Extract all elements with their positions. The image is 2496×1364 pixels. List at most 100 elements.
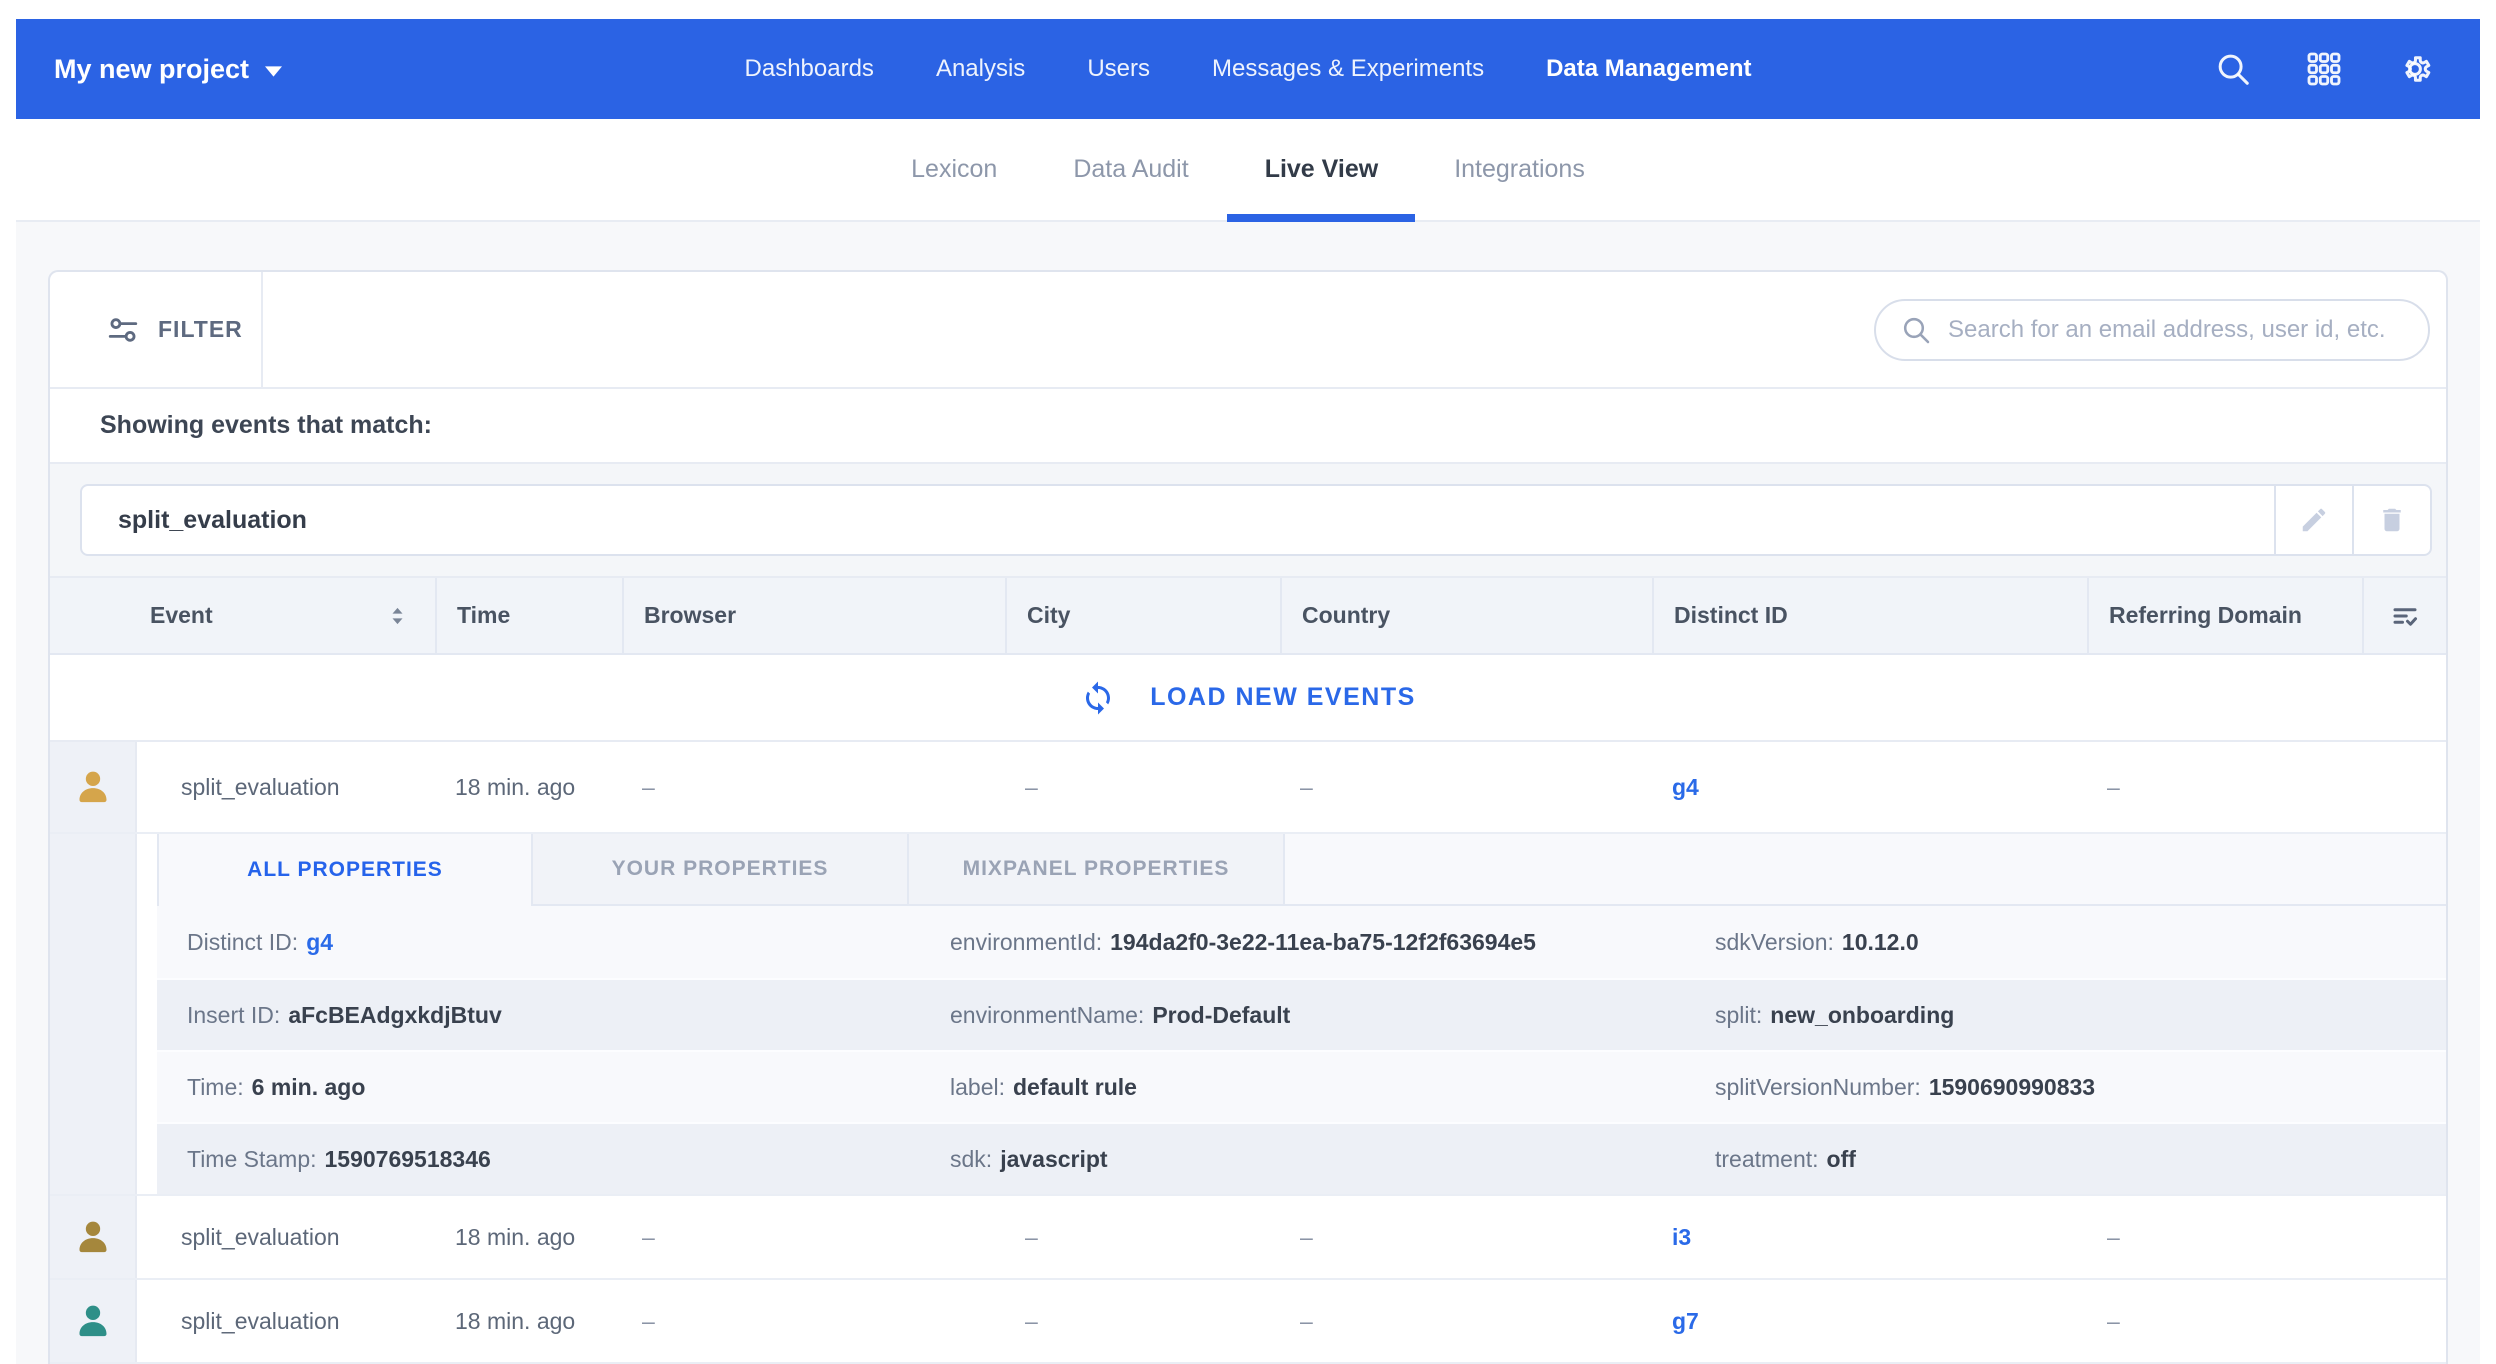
cell-country: –	[1280, 1224, 1652, 1251]
avatar-rail	[50, 834, 137, 1194]
tab-integrations[interactable]: Integrations	[1454, 119, 1585, 220]
column-header-city[interactable]: City	[1005, 578, 1280, 653]
query-section: split_evaluation	[50, 464, 2446, 578]
column-header-browser[interactable]: Browser	[622, 578, 1005, 653]
column-settings-button[interactable]	[2362, 578, 2446, 653]
user-avatar-icon	[73, 1217, 113, 1257]
tab-label: Lexicon	[911, 155, 997, 184]
nav-item-users[interactable]: Users	[1087, 55, 1150, 83]
cell-time: 18 min. ago	[435, 1224, 622, 1251]
column-label: Browser	[644, 602, 736, 629]
avatar-cell[interactable]	[50, 742, 137, 832]
load-new-events-button[interactable]: LOAD NEW EVENTS	[50, 655, 2446, 742]
tab-live-view[interactable]: Live View	[1265, 119, 1379, 220]
property-label: split:	[1715, 1002, 1762, 1028]
tab-label: Integrations	[1454, 155, 1585, 184]
property-label: environmentId:	[950, 929, 1102, 955]
project-selector[interactable]: My new project	[54, 54, 282, 85]
cell-distinct-id-link[interactable]: i3	[1652, 1224, 2087, 1251]
cell-referring-domain: –	[2087, 1224, 2362, 1251]
property-value: default rule	[1013, 1074, 1137, 1100]
tab-your-properties[interactable]: YOUR PROPERTIES	[533, 834, 909, 906]
column-config-icon	[2390, 601, 2420, 631]
property-value: 10.12.0	[1842, 929, 1919, 955]
filter-sliders-icon	[106, 313, 140, 347]
nav-item-data-management[interactable]: Data Management	[1546, 55, 1751, 83]
property-value: 1590769518346	[325, 1146, 491, 1172]
event-filter-value[interactable]: split_evaluation	[80, 484, 2276, 556]
nav-item-analysis[interactable]: Analysis	[936, 55, 1025, 83]
nav-item-messages-experiments[interactable]: Messages & Experiments	[1212, 55, 1484, 83]
property-label: environmentName:	[950, 1002, 1144, 1028]
tab-data-audit[interactable]: Data Audit	[1073, 119, 1188, 220]
property-value: 6 min. ago	[252, 1074, 366, 1100]
property-row: Time Stamp:1590769518346 sdk:javascript …	[157, 1122, 2446, 1194]
properties-tabs: ALL PROPERTIES YOUR PROPERTIES MIXPANEL …	[157, 834, 2446, 906]
property-row: Time: 6 min. ago label:default rule split…	[157, 1050, 2446, 1122]
column-header-referring-domain[interactable]: Referring Domain	[2087, 578, 2362, 653]
events-match-heading: Showing events that match:	[100, 411, 432, 440]
property: Distinct ID:g4	[187, 929, 950, 956]
cell-time: 18 min. ago	[435, 1308, 622, 1335]
data-management-subnav: Lexicon Data Audit Live View Integration…	[16, 119, 2480, 222]
tab-lexicon[interactable]: Lexicon	[911, 119, 997, 220]
cell-city: –	[1005, 774, 1280, 801]
property-value: aFcBEAdgxkdjBtuv	[288, 1002, 501, 1028]
property-label: sdk:	[950, 1146, 992, 1172]
column-label: City	[1027, 602, 1070, 629]
trash-icon	[2377, 505, 2407, 535]
filter-label: FILTER	[158, 316, 243, 343]
properties-grid: Distinct ID:g4 environmentId: 194da2f0-3e…	[157, 906, 2446, 1194]
column-header-country[interactable]: Country	[1280, 578, 1652, 653]
cell-referring-domain: –	[2087, 1308, 2362, 1335]
property: splitVersionNumber:1590690990833	[1715, 1074, 2446, 1101]
cell-time: 18 min. ago	[435, 774, 622, 801]
cell-distinct-id-link[interactable]: g7	[1652, 1308, 2087, 1335]
column-header-time[interactable]: Time	[435, 578, 622, 653]
search-icon[interactable]	[2214, 50, 2252, 88]
column-header-event[interactable]: Event	[50, 578, 435, 653]
property: split: new_onboarding	[1715, 1002, 2446, 1029]
tabs-filler	[1285, 834, 2446, 906]
event-row-g7[interactable]: split_evaluation 18 min. ago – – – g7 –	[50, 1280, 2446, 1364]
tab-label: Live View	[1265, 155, 1379, 184]
events-toolbar: FILTER	[50, 272, 2446, 389]
apps-grid-icon[interactable]	[2306, 51, 2342, 87]
event-row-g4[interactable]: split_evaluation 18 min. ago – – – g4 –	[50, 742, 2446, 834]
live-view-content: FILTER Showing events that match: split_…	[16, 222, 2480, 1364]
property-value: 194da2f0-3e22-11ea-ba75-12f2f63694e5	[1110, 929, 1536, 955]
sort-arrows-icon	[390, 606, 405, 626]
settings-gear-icon[interactable]	[2396, 50, 2434, 88]
property: label:default rule	[950, 1074, 1715, 1101]
project-name: My new project	[54, 54, 249, 85]
column-header-distinct-id[interactable]: Distinct ID	[1652, 578, 2087, 653]
property: environmentId: 194da2f0-3e22-11ea-ba75-12…	[950, 929, 1715, 956]
cell-country: –	[1280, 1308, 1652, 1335]
event-row-i3[interactable]: split_evaluation 18 min. ago – – – i3 –	[50, 1196, 2446, 1280]
tab-all-properties[interactable]: ALL PROPERTIES	[157, 834, 533, 906]
top-navbar: My new project Dashboards Analysis Users…	[16, 19, 2480, 119]
property-label: sdkVersion:	[1715, 929, 1834, 955]
column-label: Country	[1302, 602, 1390, 629]
events-card: FILTER Showing events that match: split_…	[48, 270, 2448, 1364]
navbar-icons	[2214, 50, 2434, 88]
tab-mixpanel-properties[interactable]: MIXPANEL PROPERTIES	[909, 834, 1285, 906]
cell-city: –	[1005, 1308, 1280, 1335]
refresh-icon	[1080, 680, 1116, 716]
property-label: Time:	[187, 1074, 244, 1100]
cell-browser: –	[622, 774, 1005, 801]
property: sdk:javascript	[950, 1146, 1715, 1173]
property: Time Stamp:1590769518346	[187, 1146, 950, 1173]
cell-distinct-id-link[interactable]: g4	[1652, 774, 2087, 801]
avatar-cell[interactable]	[50, 1196, 137, 1278]
edit-filter-button[interactable]	[2276, 484, 2354, 556]
filter-button[interactable]: FILTER	[50, 272, 263, 387]
user-search	[1874, 299, 2430, 361]
cell-country: –	[1280, 774, 1652, 801]
avatar-cell[interactable]	[50, 1280, 137, 1362]
search-input[interactable]	[1948, 316, 2404, 344]
property-value-link[interactable]: g4	[306, 929, 333, 955]
nav-item-dashboards[interactable]: Dashboards	[745, 55, 874, 83]
property-value: new_onboarding	[1770, 1002, 1954, 1028]
delete-filter-button[interactable]	[2354, 484, 2432, 556]
